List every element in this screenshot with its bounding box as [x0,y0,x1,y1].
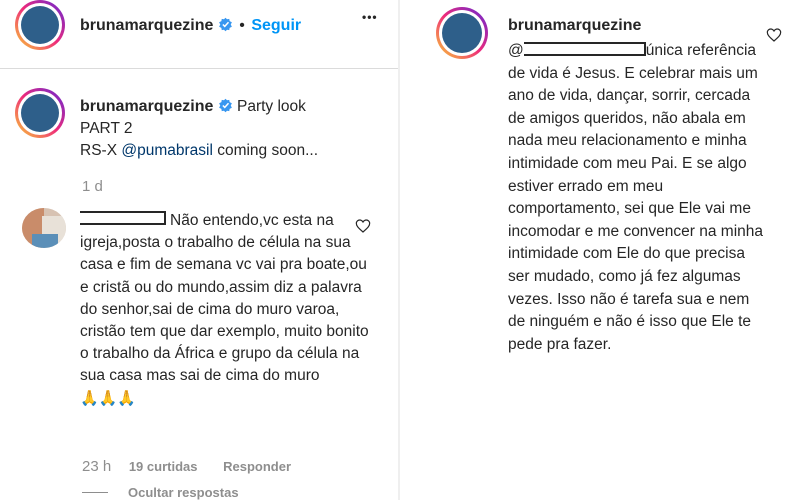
post-panel: brunamarquezine • Seguir ••• brunamarque… [0,0,400,500]
header-username[interactable]: brunamarquezine [80,17,213,34]
header-divider [0,68,399,69]
hide-replies-button[interactable]: Ocultar respostas [128,485,239,500]
caption-line-1: Party look [236,98,306,115]
follow-button[interactable]: Seguir [251,17,301,34]
reply-body: única referência de vida é Jesus. E cele… [508,42,764,353]
caption-line-3-suffix: coming soon... [212,142,318,159]
caption-mention-link[interactable]: @pumabrasil [121,142,213,159]
replies-divider-line [82,492,108,493]
reply-mention-prefix: @ [508,42,524,59]
reply-text: @ única referência de vida é Jesus. E cel… [508,40,770,356]
commenter-avatar[interactable] [22,208,66,248]
more-options-icon[interactable]: ••• [362,10,378,24]
reply-avatar[interactable] [436,7,488,59]
redacted-username [80,211,166,225]
comment-meta: 23 h 19 curtidas Responder [82,458,313,475]
post-caption: brunamarquezine Party look PART 2 RS-X @… [80,96,380,162]
caption-line-3-prefix: RS-X [80,142,122,159]
reply-username[interactable]: brunamarquezine [508,17,641,35]
post-header: brunamarquezine • Seguir [80,17,301,35]
caption-line-3: RS-X @pumabrasil coming soon... [80,140,380,162]
caption-line-2: PART 2 [80,120,133,137]
comment-body: na igreja,posta o trabalho de célula na … [80,212,369,385]
header-separator: • [239,17,245,34]
verified-badge-icon [218,17,232,32]
pray-emoji-icon: 🙏🙏🙏 [80,389,137,407]
comment-text: Não entendo,vc esta na igreja,posta o tr… [80,210,370,410]
post-timestamp[interactable]: 1 d [82,178,103,195]
likes-count[interactable]: 19 curtidas [129,459,198,474]
reply-button[interactable]: Responder [223,459,291,474]
profile-avatar[interactable] [15,0,65,50]
comment-line-1: Não entendo,vc esta [170,212,313,229]
comment-timestamp[interactable]: 23 h [82,458,111,475]
caption-avatar[interactable] [15,88,65,138]
heart-icon[interactable] [355,218,371,234]
caption-username[interactable]: brunamarquezine [80,98,213,115]
verified-badge-icon [218,98,232,113]
redacted-mention [523,42,646,56]
